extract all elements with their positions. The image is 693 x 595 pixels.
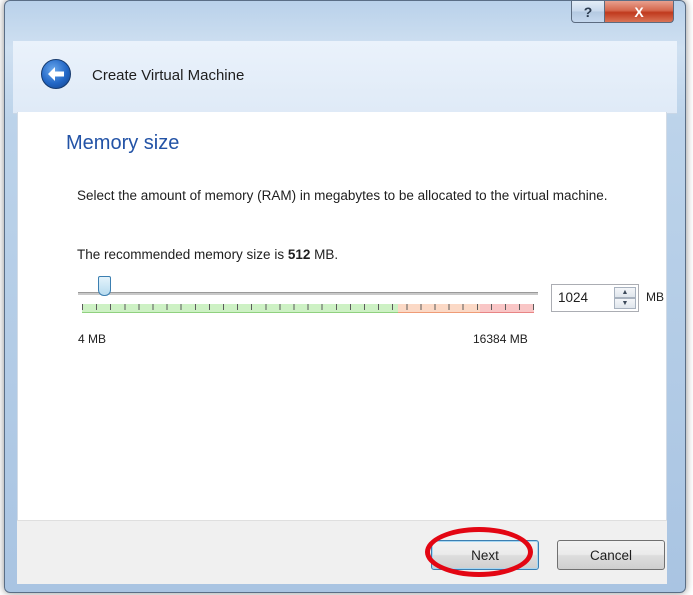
cancel-button[interactable]: Cancel — [557, 540, 665, 570]
recommendation-text: The recommended memory size is 512 MB. — [77, 247, 338, 262]
recommended-value: 512 — [287, 247, 311, 262]
back-arrow-icon — [48, 67, 64, 81]
back-button[interactable] — [41, 59, 71, 89]
title-bar: ? X — [5, 1, 685, 39]
spin-down-icon[interactable]: ▼ — [614, 298, 636, 309]
max-memory-label: 16384 MB — [473, 332, 528, 346]
page-title: Memory size — [66, 132, 180, 154]
memory-slider-thumb[interactable] — [98, 276, 111, 296]
description-text: Select the amount of memory (RAM) in meg… — [77, 188, 608, 203]
spin-buttons: ▲ ▼ — [614, 287, 636, 309]
wizard-page: Memory size Select the amount of memory … — [17, 112, 667, 520]
memory-slider-track[interactable] — [78, 292, 538, 295]
spin-up-icon[interactable]: ▲ — [614, 287, 636, 298]
memory-unit-label: MB — [646, 290, 664, 304]
recommend-suffix: MB. — [310, 247, 339, 262]
close-button[interactable]: X — [604, 1, 674, 23]
memory-spinbox[interactable]: ▲ ▼ — [551, 284, 639, 312]
wizard-title: Create Virtual Machine — [92, 67, 245, 84]
scale-ticks — [82, 304, 534, 310]
help-icon: ? — [583, 3, 593, 20]
help-button[interactable]: ? — [571, 1, 605, 23]
close-icon: X — [634, 3, 644, 20]
min-memory-label: 4 MB — [78, 332, 107, 346]
wizard-header: Create Virtual Machine — [13, 41, 677, 114]
memory-input[interactable] — [558, 290, 610, 305]
button-bar: Next Cancel — [17, 520, 667, 584]
next-button[interactable]: Next — [431, 540, 539, 570]
recommend-prefix: The recommended memory size is — [77, 247, 288, 262]
